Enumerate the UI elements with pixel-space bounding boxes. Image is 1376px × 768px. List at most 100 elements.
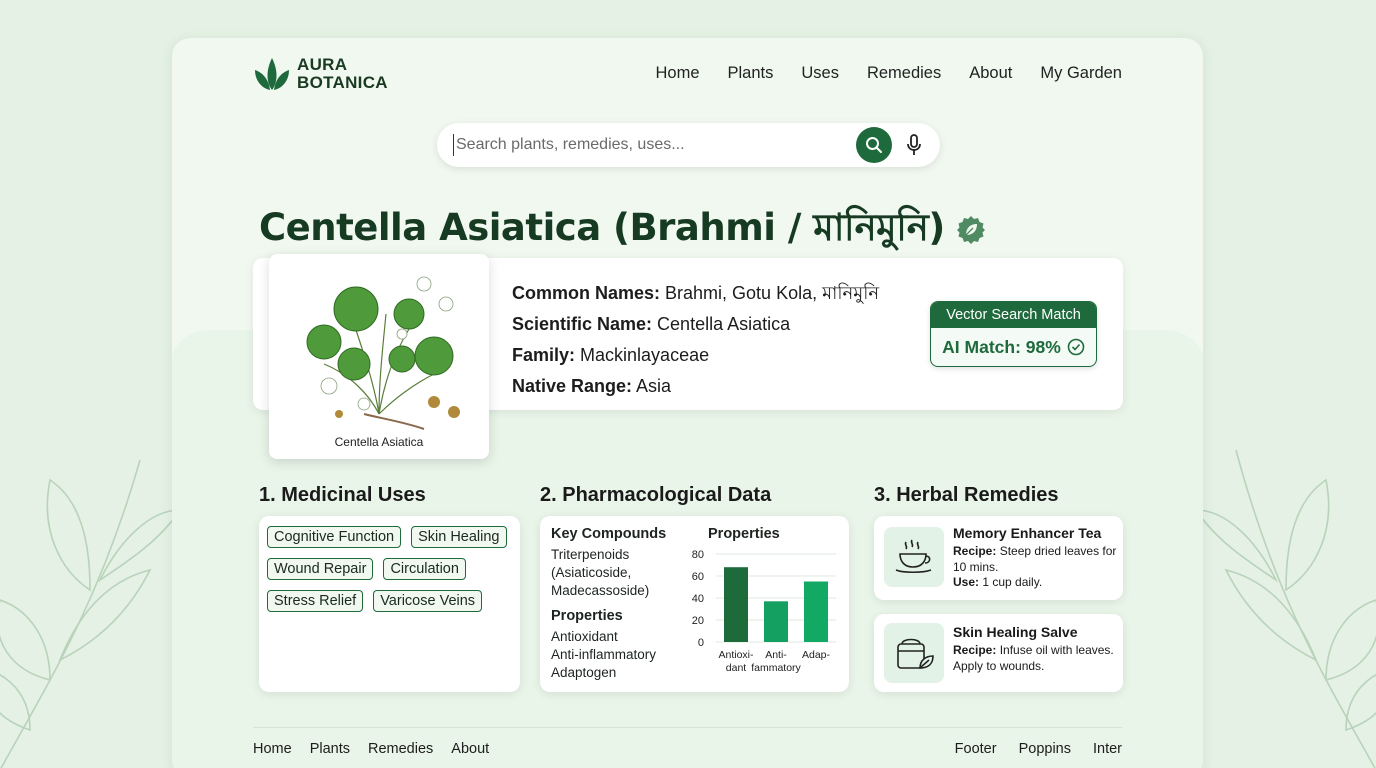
info-value: Brahmi, Gotu Kola, মানিমুনি xyxy=(660,283,880,303)
compound-line: Triterpenoids xyxy=(551,547,630,562)
nav-my-garden[interactable]: My Garden xyxy=(1040,64,1122,83)
footer-link-plants[interactable]: Plants xyxy=(310,741,350,757)
footer-meta-item: Footer xyxy=(954,741,997,757)
property-line: Anti-inflammatory xyxy=(551,647,657,662)
remedy-text: Memory Enhancer Tea Recipe: Steep dried … xyxy=(953,525,1117,591)
footer-link-about[interactable]: About xyxy=(451,741,489,757)
remedy-recipe: Recipe: Infuse oil with leaves. Apply to… xyxy=(953,643,1117,674)
use-chip[interactable]: Skin Healing xyxy=(411,526,507,548)
page-card: AURA BOTANICA Home Plants Uses Remedies … xyxy=(172,38,1203,768)
search-bar xyxy=(437,123,940,167)
info-label: Native Range: xyxy=(512,376,633,396)
property-line: Antioxidant xyxy=(551,629,618,644)
search-button[interactable] xyxy=(856,127,892,163)
remedy-name: Memory Enhancer Tea xyxy=(953,525,1102,541)
tea-cup-icon xyxy=(895,539,932,574)
info-family: Family: Mackinlayaceae xyxy=(512,340,879,371)
info-common-names: Common Names: Brahmi, Gotu Kola, মানিমুন… xyxy=(512,278,879,309)
match-badge-value: AI Match: 98% xyxy=(942,336,1061,357)
recipe-label: Recipe: xyxy=(953,643,997,657)
voice-search-button[interactable] xyxy=(898,129,930,161)
footer-link-home[interactable]: Home xyxy=(253,741,292,757)
plant-title: Centella Asiatica (Brahmi / মানিমুনি) xyxy=(259,206,945,249)
section-heading-remedies: 3. Herbal Remedies xyxy=(874,484,1059,506)
remedy-name: Skin Healing Salve xyxy=(953,624,1078,640)
ai-match-badge: Vector Search Match AI Match: 98% xyxy=(930,301,1097,367)
footer-link-remedies[interactable]: Remedies xyxy=(368,741,433,757)
nav-about[interactable]: About xyxy=(969,64,1012,83)
use-chip[interactable]: Varicose Veins xyxy=(373,590,483,612)
remedy-use: Use: 1 cup daily. xyxy=(953,575,1117,591)
chart-x-tick-label: fammatory xyxy=(751,662,801,674)
nav-remedies[interactable]: Remedies xyxy=(867,64,941,83)
search-input[interactable] xyxy=(453,134,856,156)
use-chips: Cognitive Function Skin Healing Wound Re… xyxy=(259,516,520,622)
search-icon xyxy=(866,137,882,153)
info-value: Centella Asiatica xyxy=(652,314,791,334)
use-label: Use: xyxy=(953,575,980,589)
brand-line2: BOTANICA xyxy=(297,73,388,92)
remedy-icon-box xyxy=(884,527,944,587)
info-value: Mackinlayaceae xyxy=(575,345,710,365)
medicinal-uses-panel: Cognitive Function Skin Healing Wound Re… xyxy=(259,516,520,692)
plant-image-card[interactable]: Centella Asiatica xyxy=(269,254,489,459)
nav-home[interactable]: Home xyxy=(655,64,699,83)
chart-y-tick-label: 60 xyxy=(692,571,704,583)
remedy-card-salve[interactable]: Skin Healing Salve Recipe: Infuse oil wi… xyxy=(874,614,1123,692)
nav-plants[interactable]: Plants xyxy=(728,64,774,83)
use-chip[interactable]: Cognitive Function xyxy=(267,526,402,548)
microphone-icon xyxy=(907,134,921,155)
use-chip[interactable]: Stress Relief xyxy=(267,590,364,612)
properties-bar-chart: 0 20 40 60 80 Antioxi-dant Anti-fammatoryAdap- xyxy=(692,549,836,674)
compound-line: Madecassoside) xyxy=(551,583,650,598)
footer-meta: Footer Poppins Inter xyxy=(955,741,1122,757)
plant-info-list: Common Names: Brahmi, Gotu Kola, মানিমুন… xyxy=(512,278,879,402)
verified-leaf-icon xyxy=(956,215,985,244)
plant-image-caption: Centella Asiatica xyxy=(334,435,424,449)
salve-jar-icon xyxy=(897,638,934,669)
properties-chart-block: Properties 0 20 40 60 80 Antioxi-dant Anti-fam… xyxy=(690,526,840,687)
background-leaf-decoration-left xyxy=(0,459,182,768)
use-chip[interactable]: Wound Repair xyxy=(267,558,374,580)
chart-y-tick-label: 40 xyxy=(692,593,704,605)
chart-bar xyxy=(724,567,748,642)
chart-y-tick-label: 0 xyxy=(698,637,704,649)
info-label: Common Names: xyxy=(512,283,661,303)
chart-bar xyxy=(764,601,788,642)
chart-x-tick-label: dant xyxy=(726,662,747,674)
plant-illustration xyxy=(306,276,460,430)
nav-uses[interactable]: Uses xyxy=(801,64,839,83)
remedy-text: Skin Healing Salve Recipe: Infuse oil wi… xyxy=(953,624,1117,674)
remedy-card-tea[interactable]: Memory Enhancer Tea Recipe: Steep dried … xyxy=(874,516,1123,600)
remedy-recipe: Recipe: Steep dried leaves for 10 mins. xyxy=(953,544,1117,575)
use-text: 1 cup daily. xyxy=(979,575,1043,589)
recipe-label: Recipe: xyxy=(953,544,997,558)
use-chip[interactable]: Circulation xyxy=(383,558,466,580)
info-value: Asia xyxy=(632,376,672,396)
info-label: Family: xyxy=(512,345,576,365)
leaf-logo-icon xyxy=(255,58,289,90)
info-native-range: Native Range: Asia xyxy=(512,371,879,402)
section-heading-uses: 1. Medicinal Uses xyxy=(259,484,426,506)
info-scientific-name: Scientific Name: Centella Asiatica xyxy=(512,309,879,340)
chart-y-tick-label: 20 xyxy=(692,615,704,627)
page-title: Centella Asiatica (Brahmi / মানিমুনি) xyxy=(259,198,987,261)
brand-logo[interactable]: AURA BOTANICA xyxy=(253,56,388,92)
compound-line: (Asiaticoside, xyxy=(551,565,632,580)
chart-x-tick-label: Anti- xyxy=(765,649,787,661)
footer-meta-item: Poppins xyxy=(1018,741,1071,757)
check-circle-icon xyxy=(1067,338,1085,356)
remedy-icon-box xyxy=(884,623,944,683)
property-line: Adaptogen xyxy=(551,665,617,680)
chart-y-tick-label: 80 xyxy=(692,549,704,561)
pharmacological-panel: Key Compounds Triterpenoids (Asiaticosid… xyxy=(540,516,849,692)
compounds-block: Key Compounds Triterpenoids (Asiaticosid… xyxy=(551,526,691,682)
chart-bar xyxy=(804,581,828,642)
info-label: Scientific Name: xyxy=(512,314,653,334)
chart-x-tick-label: Adap- xyxy=(802,649,831,661)
brand-line1: AURA xyxy=(297,55,348,74)
chart-x-tick-label: Antioxi- xyxy=(718,649,754,661)
background-leaf-decoration-right xyxy=(1194,449,1376,768)
match-badge-value-row: AI Match: 98% xyxy=(931,328,1096,366)
footer-meta-item: Inter xyxy=(1092,741,1122,757)
